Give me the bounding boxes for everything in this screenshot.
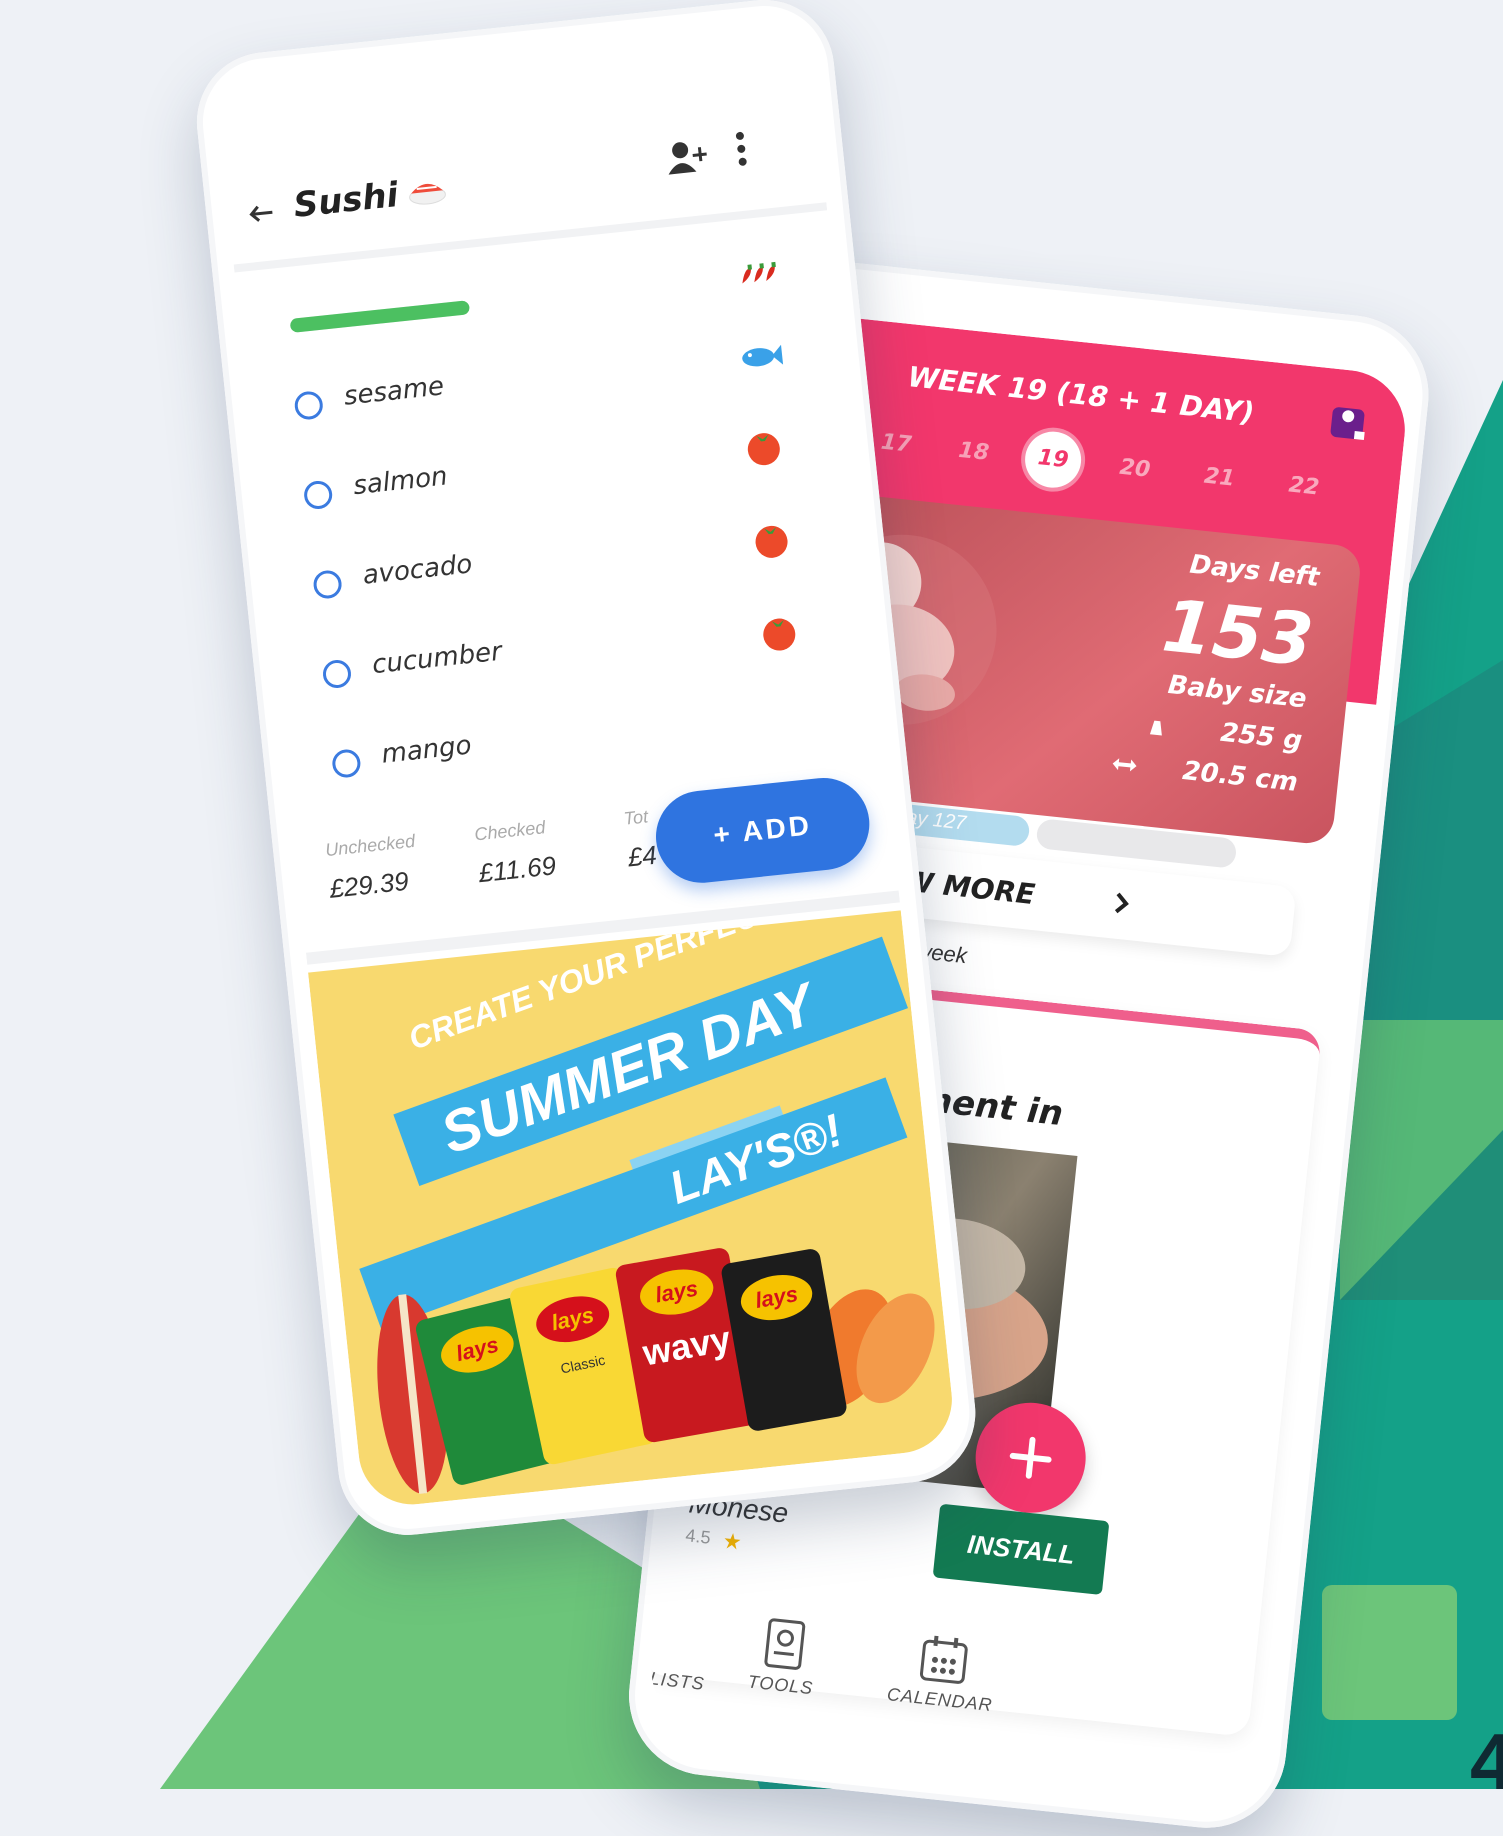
list-progress-track — [289, 300, 471, 333]
length-icon — [1110, 754, 1140, 775]
lays-sublabel: wavy — [639, 1317, 734, 1374]
unchecked-value: £29.39 — [327, 865, 411, 904]
tomato-icon — [742, 425, 786, 469]
calendar-icon — [918, 1632, 971, 1687]
shopping-screen: Sushi sesame salmon avocado cucumber man… — [216, 35, 958, 1510]
lays-ad-banner[interactable]: CREATE YOUR PERFECT SUMMER DAY WITH LAY'… — [308, 910, 958, 1510]
days-left-value: 153 — [1158, 583, 1317, 683]
week-19-label: 19 — [1036, 445, 1070, 474]
lays-logo: lays — [436, 1319, 519, 1380]
add-person-icon[interactable] — [663, 136, 711, 176]
plus-icon — [1003, 1430, 1058, 1485]
week-22[interactable]: 22 — [1287, 473, 1320, 501]
chili-icon — [736, 260, 778, 288]
list-title: Sushi — [291, 175, 401, 226]
unchecked-label: Unchecked — [324, 830, 416, 861]
item-checkbox[interactable] — [321, 658, 353, 690]
ad-rating: 4.5 — [684, 1525, 712, 1548]
item-label: cucumber — [370, 636, 504, 681]
week-20[interactable]: 20 — [1118, 455, 1151, 483]
list-item[interactable]: salmon — [302, 435, 704, 517]
lays-logo: lays — [636, 1263, 717, 1321]
item-checkbox[interactable] — [312, 569, 343, 600]
item-label: salmon — [351, 461, 449, 502]
length-value: 20.5 cm — [1180, 755, 1300, 798]
item-label: avocado — [361, 549, 474, 591]
sushi-icon — [405, 170, 448, 208]
tab-tools-label: TOOLS — [746, 1671, 815, 1699]
tab-calendar[interactable]: CALENDAR — [869, 1628, 1016, 1718]
chevron-right-icon — [1113, 891, 1131, 917]
week-21[interactable]: 21 — [1203, 464, 1236, 492]
list-item[interactable]: cucumber — [321, 614, 723, 696]
weight-value: 255 g — [1218, 717, 1304, 757]
tomato-icon — [757, 611, 801, 655]
avatar-icon[interactable] — [1323, 398, 1371, 446]
list-progress-fill — [289, 300, 471, 333]
total-value: £4 — [626, 839, 659, 873]
tab-helpful-lists-label: HELPFUL LISTS — [646, 1658, 706, 1694]
list-item[interactable]: avocado — [312, 524, 714, 606]
week-17[interactable]: 17 — [880, 430, 913, 458]
corner-number: 4 — [1470, 1717, 1503, 1789]
weight-icon — [1145, 716, 1169, 738]
lays-sublabel: Classic — [559, 1351, 607, 1377]
checked-label: Checked — [473, 817, 547, 845]
item-checkbox[interactable] — [331, 748, 362, 779]
item-label: mango — [380, 730, 473, 770]
item-label: sesame — [342, 371, 446, 412]
lays-logo: lays — [737, 1269, 816, 1326]
tomato-icon — [749, 518, 793, 562]
total-label: Tot — [622, 806, 649, 829]
star-icon — [722, 1531, 742, 1551]
more-vertical-icon[interactable] — [734, 130, 748, 167]
week-18[interactable]: 18 — [957, 438, 990, 466]
arrow-left-icon[interactable] — [247, 202, 275, 225]
add-item-button[interactable]: + ADD — [651, 773, 874, 888]
days-left-label: Days left — [1188, 549, 1321, 594]
week-19-selected[interactable]: 19 — [1022, 428, 1084, 491]
fish-icon — [735, 340, 786, 375]
checked-value: £11.69 — [477, 850, 558, 889]
add-item-label: + ADD — [711, 809, 814, 851]
list-item[interactable]: mango — [330, 703, 732, 785]
tab-tools[interactable]: TOOLS — [710, 1611, 857, 1703]
tab-calendar-label: CALENDAR — [886, 1684, 994, 1716]
item-checkbox[interactable] — [302, 479, 334, 511]
item-checkbox[interactable] — [293, 390, 325, 421]
tools-icon — [762, 1616, 807, 1672]
lays-logo: lays — [531, 1289, 614, 1349]
list-item[interactable]: sesame — [293, 345, 695, 427]
